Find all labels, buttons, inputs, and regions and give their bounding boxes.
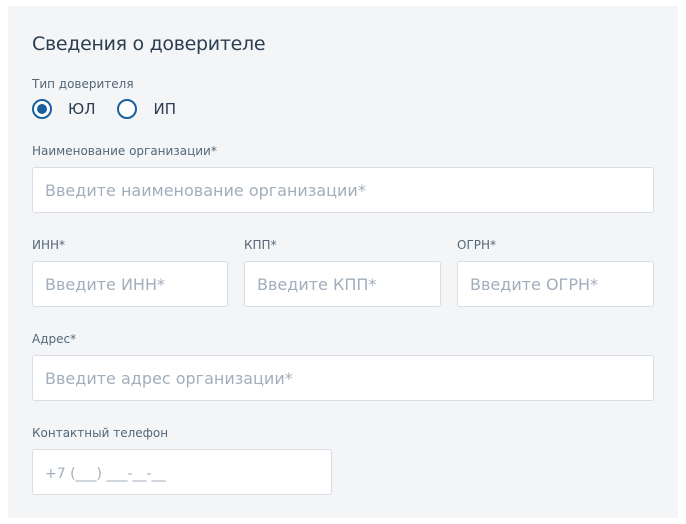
trustor-info-panel: Сведения о доверителе Тип доверителя ЮЛ …	[8, 6, 678, 518]
org-name-input[interactable]	[32, 167, 654, 213]
section-title: Сведения о доверителе	[32, 33, 266, 55]
radio-checked-icon	[32, 99, 52, 119]
radio-option-ul[interactable]: ЮЛ	[32, 99, 95, 119]
phone-input[interactable]	[32, 449, 332, 495]
address-label: Адрес*	[32, 332, 77, 346]
address-input[interactable]	[32, 355, 654, 401]
inn-label: ИНН*	[32, 238, 66, 252]
radio-option-ip[interactable]: ИП	[117, 99, 176, 119]
kpp-label: КПП*	[244, 238, 277, 252]
radio-dot-icon	[37, 104, 47, 114]
radio-option-ip-label: ИП	[153, 100, 176, 118]
kpp-input[interactable]	[244, 261, 441, 307]
inn-input[interactable]	[32, 261, 228, 307]
ogrn-input[interactable]	[457, 261, 654, 307]
trustor-type-radio-group: ЮЛ ИП	[32, 97, 176, 121]
org-name-label: Наименование организации*	[32, 144, 217, 158]
phone-label: Контактный телефон	[32, 426, 169, 440]
radio-unchecked-icon	[117, 99, 138, 119]
trustor-type-label: Тип доверителя	[32, 77, 134, 91]
ogrn-label: ОГРН*	[457, 238, 497, 252]
radio-option-ul-label: ЮЛ	[68, 100, 96, 118]
